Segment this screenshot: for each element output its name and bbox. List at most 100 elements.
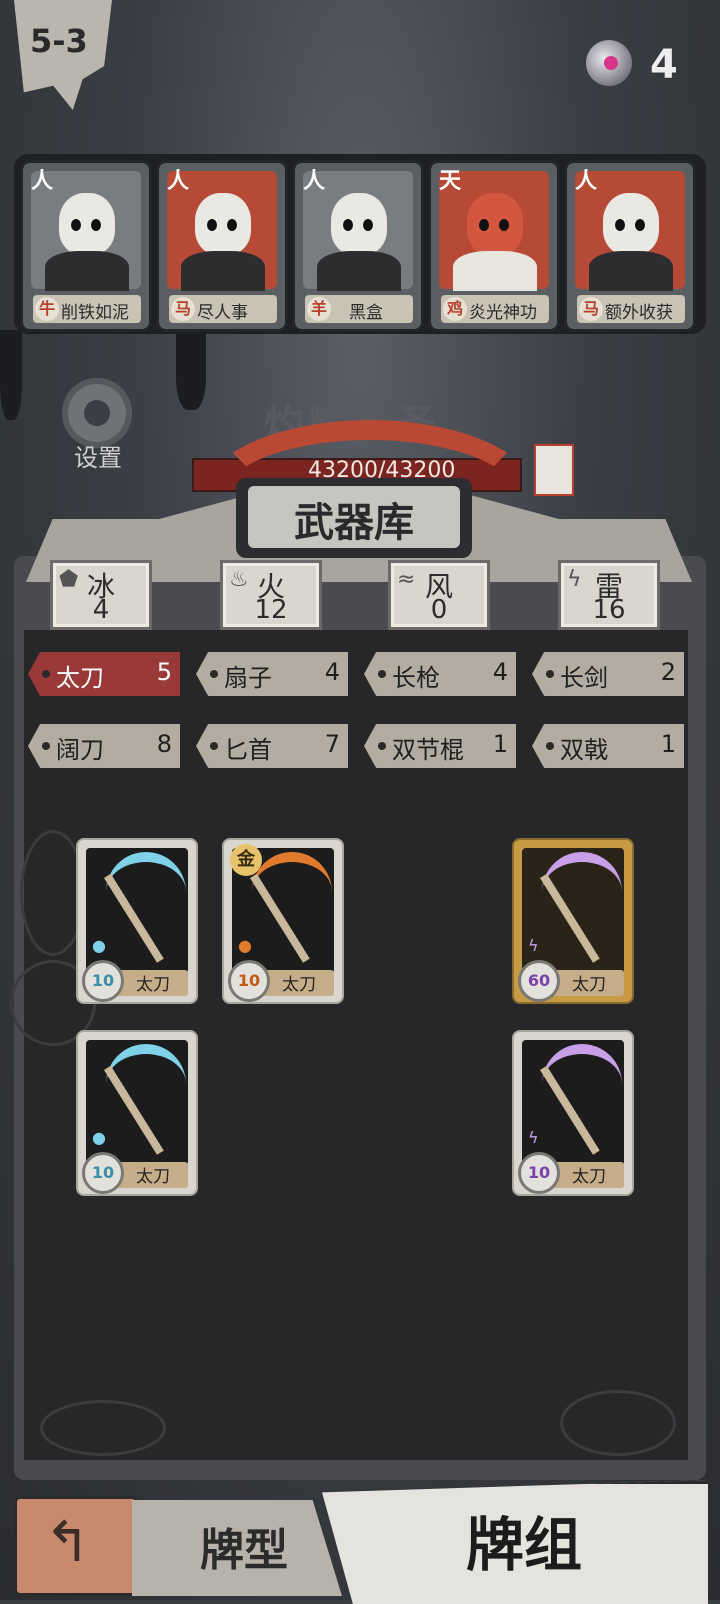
element-value: 12 <box>254 595 288 625</box>
tab-dot <box>210 742 218 750</box>
skill-bar: 羊 黑盒 <box>305 295 413 323</box>
thunder-icon: ϟ <box>528 1128 539 1147</box>
team-card-3[interactable]: 人 羊 黑盒 <box>292 160 424 332</box>
swirl-decoration <box>560 1390 676 1456</box>
weapon-tab-twin-halberd[interactable]: 双戟 1 <box>532 724 684 768</box>
weapon-name: 太刀 <box>572 975 606 995</box>
team-card-5[interactable]: 人 马 额外收获 <box>564 160 696 332</box>
weapon-level: 10 <box>518 1152 560 1194</box>
element-value: 0 <box>430 595 448 625</box>
character-eyes <box>479 219 509 231</box>
weapon-tab-tachi[interactable]: 太刀 5 <box>28 652 180 696</box>
team-card-1[interactable]: 人 牛 削铁如泥 <box>20 160 152 332</box>
tier-label: 天 <box>439 169 462 194</box>
weapon-tab-longsword[interactable]: 长剑 2 <box>532 652 684 696</box>
weapon-card[interactable]: ● 太刀 10 <box>76 1030 198 1196</box>
weapon-tab-name: 长枪 <box>392 664 440 692</box>
character-body <box>317 251 401 291</box>
weapon-tab-count: 4 <box>324 658 340 686</box>
weapon-name: 太刀 <box>136 1167 170 1187</box>
weapon-tab-name: 扇子 <box>224 664 272 692</box>
character-eyes <box>615 219 645 231</box>
weapon-tab-name: 阔刀 <box>56 736 104 764</box>
element-value: 16 <box>592 595 626 625</box>
thunder-icon: ϟ <box>528 936 539 955</box>
tab-dot <box>42 742 50 750</box>
element-fire: ♨ 火 12 <box>220 560 322 630</box>
weapon-tab-nunchaku[interactable]: 双节棍 1 <box>364 724 516 768</box>
zodiac-badge: 马 <box>579 297 603 321</box>
settings-label[interactable]: 设置 <box>74 438 122 473</box>
weapon-name: 太刀 <box>136 975 170 995</box>
weapon-name: 太刀 <box>572 1167 606 1187</box>
character-body <box>45 251 129 291</box>
weapon-tab-count: 8 <box>156 730 172 758</box>
armory-title: 武器库 <box>294 500 414 546</box>
gold-badge: 金 <box>230 844 262 876</box>
weapon-art <box>86 1040 188 1166</box>
tab-dot <box>42 670 50 678</box>
skill-name: 尽人事 <box>197 303 248 323</box>
weapon-tab-count: 2 <box>660 658 676 686</box>
fire-icon: ● <box>238 936 252 955</box>
weapon-card[interactable]: 金 ● 太刀 10 <box>222 838 344 1004</box>
skill-bar: 马 尽人事 <box>169 295 277 323</box>
stalactite <box>176 330 206 410</box>
zodiac-badge: 鸡 <box>443 297 467 321</box>
weapon-tab-name: 匕首 <box>224 736 272 764</box>
team-card-2[interactable]: 人 马 尽人事 <box>156 160 288 332</box>
weapon-card[interactable]: ϟ 太刀 60 <box>512 838 634 1004</box>
skill-name: 削铁如泥 <box>61 303 129 323</box>
back-arrow-icon[interactable]: ↰ <box>44 1510 91 1575</box>
tab-card-type-label[interactable]: 牌型 <box>200 1514 288 1578</box>
weapon-tab-name: 长剑 <box>560 664 608 692</box>
zodiac-badge: 马 <box>171 297 195 321</box>
weapon-tab-count: 4 <box>492 658 508 686</box>
weapon-tab-count: 1 <box>492 730 508 758</box>
weapon-tab-name: 双节棍 <box>392 736 464 764</box>
ice-icon: ● <box>92 936 106 955</box>
character-eyes <box>207 219 237 231</box>
character-body <box>589 251 673 291</box>
weapon-tab-name: 双戟 <box>560 736 608 764</box>
character-body <box>181 251 265 291</box>
character-eyes <box>343 219 373 231</box>
weapon-tab-broadsword[interactable]: 阔刀 8 <box>28 724 180 768</box>
tab-dot <box>378 670 386 678</box>
ice-icon: ● <box>92 1128 106 1147</box>
tab-dot <box>378 742 386 750</box>
weapon-tab-count: 7 <box>324 730 340 758</box>
gem-count: 4 <box>650 42 678 88</box>
skill-name: 额外收获 <box>605 303 673 323</box>
weapon-name: 太刀 <box>282 975 316 995</box>
stalactite <box>0 330 22 420</box>
weapon-tab-fan[interactable]: 扇子 4 <box>196 652 348 696</box>
weapon-level: 10 <box>82 1152 124 1194</box>
team-card-4[interactable]: 天 鸡 炎光神功 <box>428 160 560 332</box>
tab-deck-label[interactable]: 牌组 <box>466 1498 582 1582</box>
weapon-tab-spear[interactable]: 长枪 4 <box>364 652 516 696</box>
tier-label: 人 <box>303 169 326 194</box>
skill-name: 黑盒 <box>349 303 383 323</box>
weapon-level: 60 <box>518 960 560 1002</box>
weapon-tab-count: 5 <box>156 658 172 686</box>
weapon-art <box>86 848 188 974</box>
swirl-decoration <box>40 1400 166 1456</box>
tab-dot <box>546 742 554 750</box>
weapon-tab-dagger[interactable]: 匕首 7 <box>196 724 348 768</box>
boss-element-icon <box>534 444 574 496</box>
skill-bar: 牛 削铁如泥 <box>33 295 141 323</box>
weapon-card[interactable]: ● 太刀 10 <box>76 838 198 1004</box>
element-value: 4 <box>92 595 110 625</box>
character-body <box>453 251 537 291</box>
zodiac-badge: 羊 <box>307 297 331 321</box>
element-ice: ⬟ 冰 4 <box>50 560 152 630</box>
weapon-tab-name: 太刀 <box>56 664 104 692</box>
weapon-level: 10 <box>82 960 124 1002</box>
level-label: 5-3 <box>30 22 88 60</box>
weapon-art <box>522 1040 624 1166</box>
weapon-card[interactable]: ϟ 太刀 10 <box>512 1030 634 1196</box>
weapon-art <box>522 848 624 974</box>
skill-bar: 鸡 炎光神功 <box>441 295 549 323</box>
character-eyes <box>71 219 101 231</box>
